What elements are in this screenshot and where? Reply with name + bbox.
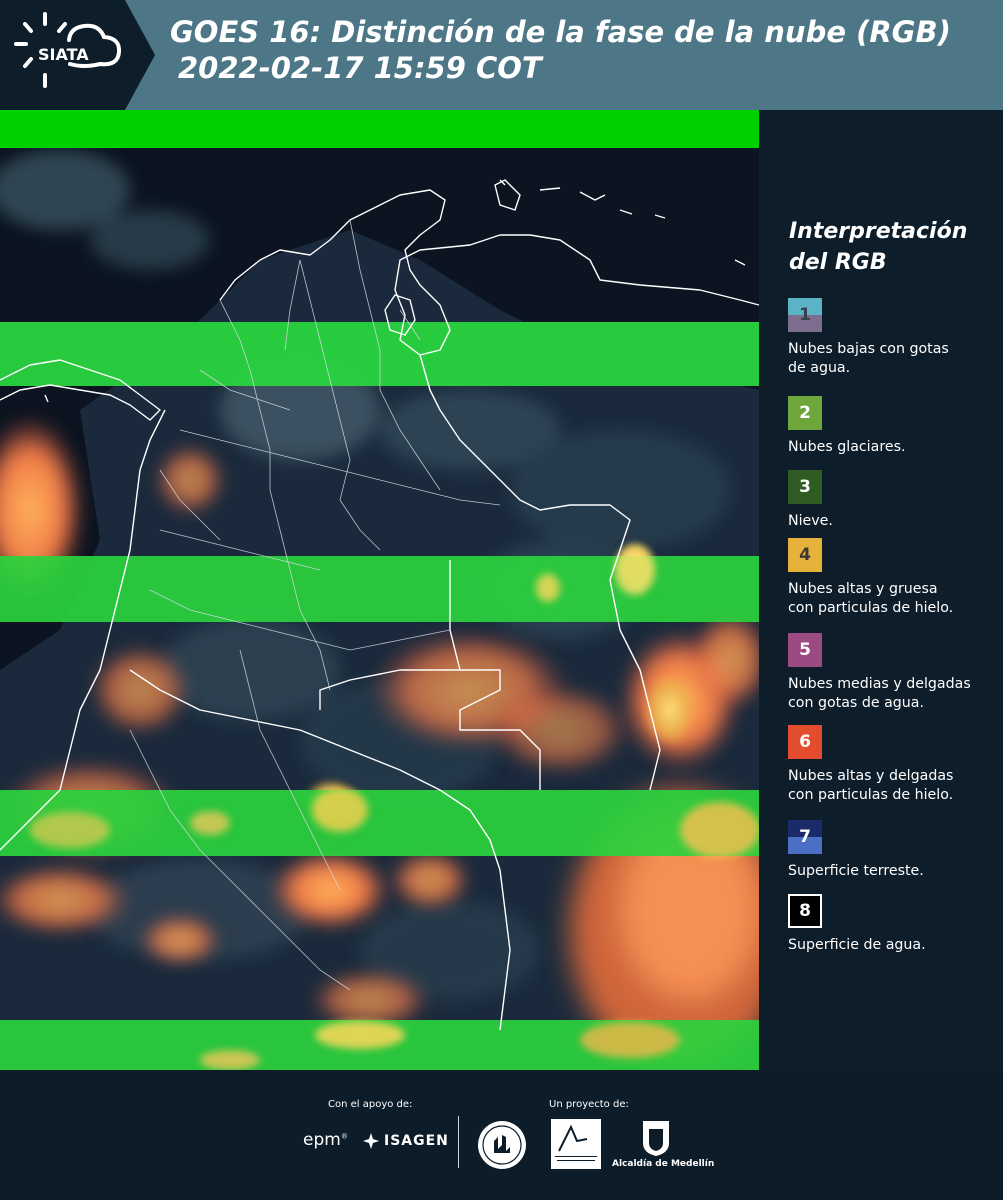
legend-label-5: Nubes medias y delgadas con gotas de agu… [788, 675, 998, 713]
legend-label-7: Superficie terreste. [788, 862, 998, 881]
legend-item-4: 4 Nubes altas y gruesa con particulas de… [788, 538, 998, 618]
university-seal-logo [476, 1119, 528, 1175]
legend-label-6-line-1: Nubes altas y delgadas [788, 768, 954, 784]
legend-number-4: 4 [799, 545, 811, 565]
legend-item-1: 1 Nubes bajas con gotas de agua. [788, 298, 998, 378]
legend-number-8: 8 [799, 901, 811, 921]
legend-label-8: Superficie de agua. [788, 936, 998, 955]
legend-label-5-line-1: Nubes medias y delgadas [788, 676, 971, 692]
legend-item-7: 7 Superficie terreste. [788, 820, 998, 881]
isagen-logo-text: ISAGEN [384, 1133, 449, 1149]
legend-label-4-line-2: con particulas de hielo. [788, 600, 954, 616]
project-label: Un proyecto de: [549, 1099, 629, 1110]
legend-number-1: 1 [799, 305, 811, 325]
legend-label-5-line-2: con gotas de agua. [788, 695, 924, 711]
legend-label-1: Nubes bajas con gotas de agua. [788, 340, 998, 378]
isagen-logo: ISAGEN [362, 1132, 449, 1150]
legend-panel: Interpretación del RGB 1 Nubes bajas con… [759, 110, 1003, 1070]
legend-label-6: Nubes altas y delgadas con particulas de… [788, 767, 998, 805]
legend-label-1-line-1: Nubes bajas con gotas [788, 341, 949, 357]
legend-label-6-line-2: con particulas de hielo. [788, 787, 954, 803]
legend-swatch-3: 3 [788, 470, 822, 504]
legend-item-5: 5 Nubes medias y delgadas con gotas de a… [788, 633, 998, 713]
header-bar: SIATA GOES 16: Distinción de la fase de … [0, 0, 1003, 110]
legend-swatch-6: 6 [788, 725, 822, 759]
legend-title: Interpretación del RGB [789, 216, 999, 278]
legend-item-6: 6 Nubes altas y delgadas con particulas … [788, 725, 998, 805]
legend-swatch-5: 5 [788, 633, 822, 667]
epm-logo-text: epm [303, 1130, 341, 1150]
timestamp-title: 2022-02-17 15:59 COT [178, 51, 542, 85]
legend-label-3: Nieve. [788, 512, 998, 531]
siata-logo-text: SIATA [38, 45, 89, 64]
legend-item-2: 2 Nubes glaciares. [788, 396, 998, 457]
alcaldia-medellin-shield-icon [641, 1119, 671, 1161]
title-block: GOES 16: Distinción de la fase de la nub… [170, 14, 990, 86]
legend-swatch-2: 2 [788, 396, 822, 430]
satellite-image [0, 110, 759, 1070]
legend-label-4-line-1: Nubes altas y gruesa [788, 581, 938, 597]
legend-label-2-line-1: Nubes glaciares. [788, 439, 906, 455]
legend-label-1-line-2: de agua. [788, 360, 851, 376]
legend-swatch-4: 4 [788, 538, 822, 572]
legend-item-3: 3 Nieve. [788, 470, 998, 531]
legend-swatch-7: 7 [788, 820, 822, 854]
footer-divider [458, 1116, 459, 1168]
satellite-map [0, 110, 759, 1070]
legend-swatch-8: 8 [788, 894, 822, 928]
legend-title-line-2: del RGB [789, 250, 887, 275]
legend-item-8: 8 Superficie de agua. [788, 894, 998, 955]
support-label: Con el apoyo de: [328, 1099, 413, 1110]
area-metropolitana-logo [551, 1119, 601, 1173]
legend-number-3: 3 [799, 477, 811, 497]
legend-title-line-1: Interpretación [789, 219, 968, 244]
legend-label-2: Nubes glaciares. [788, 438, 998, 457]
legend-label-8-line-1: Superficie de agua. [788, 937, 926, 953]
legend-label-3-line-1: Nieve. [788, 513, 833, 529]
siata-logo: SIATA [0, 0, 155, 110]
legend-swatch-1: 1 [788, 298, 822, 332]
legend-label-4: Nubes altas y gruesa con particulas de h… [788, 580, 998, 618]
isagen-mark-icon [363, 1133, 379, 1149]
legend-label-7-line-1: Superficie terreste. [788, 863, 924, 879]
legend-number-2: 2 [799, 403, 811, 423]
legend-number-7: 7 [799, 827, 811, 847]
legend-number-6: 6 [799, 732, 811, 752]
alcaldia-medellin-label: Alcaldía de Medellín [612, 1159, 715, 1169]
epm-logo: epm® [303, 1130, 348, 1150]
page-title: GOES 16: Distinción de la fase de la nub… [170, 15, 951, 49]
footer: Con el apoyo de: Un proyecto de: epm® IS… [0, 1070, 1003, 1200]
legend-number-5: 5 [799, 640, 811, 660]
